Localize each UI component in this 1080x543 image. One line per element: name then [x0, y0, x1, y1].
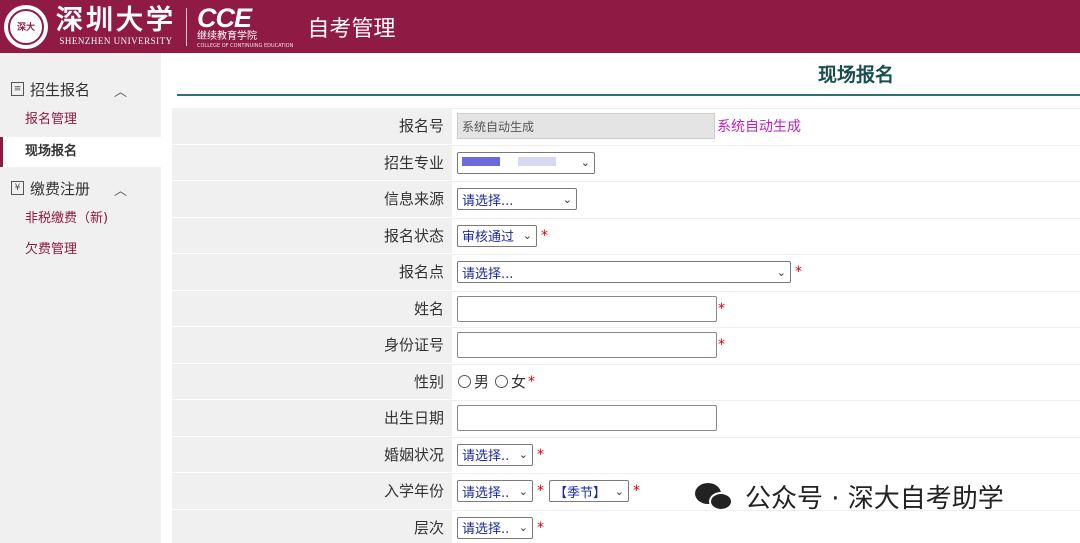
required-mark: *	[537, 519, 544, 536]
chevron-down-icon: ⌄	[518, 484, 528, 498]
field-label: 性别	[172, 363, 452, 399]
level-select-value: 请选择..	[462, 522, 510, 538]
college-name-en: COLLEGE OF CONTINUING EDUCATION	[197, 42, 294, 49]
required-mark: *	[528, 373, 536, 390]
required-mark: *	[633, 483, 640, 500]
title-divider	[177, 94, 1080, 96]
source-select[interactable]: 请选择... ⌄	[457, 188, 577, 211]
yen-icon: ¥	[11, 181, 24, 195]
required-mark: *	[537, 483, 544, 500]
sidebar-item-onsite-registration[interactable]: 现场报名	[0, 137, 161, 167]
form-row-marital: 婚姻状况 请选择.. ⌄ *	[172, 436, 1080, 473]
chevron-up-icon[interactable]: ︿	[114, 180, 127, 199]
radio-label: 女	[511, 373, 527, 392]
field-label: 婚姻状况	[172, 436, 452, 472]
college-name-cn: 继续教育学院	[197, 30, 257, 42]
enroll-year-select[interactable]: 请选择.. ⌄	[457, 480, 533, 503]
field-label: 出生日期	[172, 400, 452, 436]
gender-radio-male[interactable]: 男	[458, 371, 489, 392]
form-row-source: 信息来源 请选择... ⌄	[172, 181, 1080, 218]
sidebar-group-label: 缴费注册	[30, 179, 91, 198]
field-label: 报名状态	[172, 217, 452, 253]
form-row-name: 姓名 *	[172, 290, 1080, 327]
field-label: 报名号	[172, 108, 452, 144]
enroll-year-value: 请选择..	[462, 485, 510, 501]
site-select-value: 请选择...	[462, 266, 514, 282]
field-label: 层次	[172, 509, 452, 543]
name-input[interactable]	[457, 295, 717, 322]
site-select[interactable]: 请选择... ⌄	[457, 261, 791, 284]
chevron-up-icon[interactable]: ︿	[114, 81, 127, 100]
watermark-text: 公众号 · 深大自考助学	[745, 484, 1004, 514]
university-name-en: SHENZHEN UNIVERSITY	[59, 36, 173, 46]
field-label: 信息来源	[172, 181, 452, 217]
redacted-value	[462, 155, 557, 170]
required-mark: *	[718, 337, 725, 354]
cce-logo-text: CCE	[197, 2, 252, 33]
document-icon: ≡	[11, 82, 24, 96]
top-header: 深大 深圳大学 SHENZHEN UNIVERSITY CCE 继续教育学院 C…	[0, 0, 1080, 53]
form-row-id-no: 身份证号 *	[172, 327, 1080, 364]
college-logo: CCE 继续教育学院 COLLEGE OF CONTINUING EDUCATI…	[197, 2, 294, 49]
chevron-down-icon: ⌄	[562, 192, 572, 206]
chevron-down-icon: ⌄	[580, 156, 590, 170]
reg-no-field: 系统自动生成	[457, 113, 715, 140]
watermark: 公众号 · 深大自考助学	[695, 478, 1004, 515]
chevron-down-icon: ⌄	[522, 229, 532, 243]
status-select-value: 审核通过	[462, 230, 515, 246]
field-label: 姓名	[172, 290, 452, 326]
chevron-down-icon: ⌄	[614, 484, 624, 498]
id-number-input[interactable]	[457, 332, 717, 359]
reg-no-hint: 系统自动生成	[717, 119, 801, 136]
form-row-major: 招生专业 ⌄	[172, 144, 1080, 181]
marital-select[interactable]: 请选择.. ⌄	[457, 443, 533, 466]
status-select[interactable]: 审核通过 ⌄	[457, 224, 537, 247]
field-label: 招生专业	[172, 144, 452, 180]
field-label: 报名点	[172, 254, 452, 290]
birth-date-input[interactable]	[457, 405, 717, 432]
form-row-gender: 性别 男 女 *	[172, 363, 1080, 400]
chevron-down-icon: ⌄	[776, 265, 786, 279]
required-mark: *	[718, 300, 725, 317]
page-title: 现场报名	[818, 64, 895, 86]
sidebar-group-enrollment[interactable]: ≡ 招生报名 ︿	[0, 74, 161, 104]
radio-circle-icon	[495, 375, 509, 389]
source-select-value: 请选择...	[462, 193, 514, 209]
major-select[interactable]: ⌄	[457, 151, 595, 174]
university-logo: 深圳大学 SHENZHEN UNIVERSITY	[56, 6, 176, 47]
header-divider	[186, 7, 187, 46]
sidebar-item-registration-management[interactable]: 报名管理	[0, 105, 161, 135]
form-row-reg-no: 报名号 系统自动生成 系统自动生成	[172, 108, 1080, 145]
sidebar-group-payment[interactable]: ¥ 缴费注册 ︿	[0, 173, 161, 203]
enroll-season-value: 【季节】	[554, 485, 607, 501]
sidebar-group-label: 招生报名	[30, 80, 91, 99]
required-mark: *	[537, 446, 544, 463]
required-mark: *	[795, 264, 802, 281]
wechat-icon	[695, 481, 735, 513]
chevron-down-icon: ⌄	[518, 448, 528, 462]
form-row-site: 报名点 请选择... ⌄ *	[172, 254, 1080, 291]
radio-circle-icon	[458, 375, 471, 389]
sidebar-item-arrears-management[interactable]: 欠费管理	[0, 235, 161, 265]
marital-select-value: 请选择..	[462, 449, 510, 465]
required-mark: *	[541, 227, 548, 244]
field-label: 入学年份	[172, 473, 452, 509]
sidebar: ≡ 招生报名 ︿ 报名管理 现场报名 ¥ 缴费注册 ︿ 非税缴费（新) 欠费管理	[0, 53, 161, 543]
chevron-down-icon: ⌄	[518, 521, 528, 535]
enroll-season-select[interactable]: 【季节】 ⌄	[549, 480, 629, 503]
university-seal-icon: 深大	[4, 4, 48, 49]
sidebar-item-nontax-payment[interactable]: 非税缴费（新)	[0, 204, 161, 234]
seal-text: 深大	[8, 8, 44, 45]
university-name-cn: 深圳大学	[56, 5, 176, 36]
form-row-birth: 出生日期	[172, 400, 1080, 437]
field-label: 身份证号	[172, 327, 452, 363]
form-row-status: 报名状态 审核通过 ⌄ *	[172, 217, 1080, 254]
radio-label: 男	[474, 373, 490, 392]
level-select[interactable]: 请选择.. ⌄	[457, 516, 533, 539]
gender-radio-female[interactable]: 女	[495, 371, 526, 392]
app-title: 自考管理	[307, 16, 396, 42]
